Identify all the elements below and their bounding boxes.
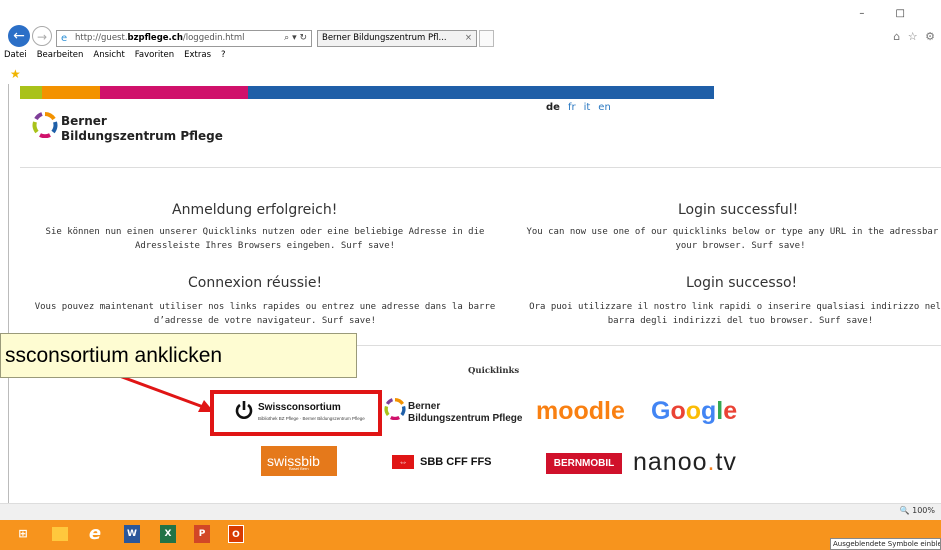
language-switcher: de fr it en (546, 102, 619, 113)
heading-fr: Connexion réussie! (188, 275, 323, 291)
menu-item-favorites[interactable]: Favoriten (135, 50, 174, 60)
quicklink-moodle[interactable]: moodle (536, 397, 625, 426)
address-bar[interactable]: e http://guest.bzpflege.ch/loggedin.html … (56, 30, 312, 47)
powerpoint-icon[interactable]: P (194, 525, 210, 543)
ie-page-icon: e (61, 33, 68, 44)
sbb-logo-icon: ⇔ (392, 455, 414, 469)
google-letter: o (685, 397, 702, 425)
heading-de: Anmeldung erfolgreich! (172, 202, 338, 218)
menu-item-file[interactable]: Datei (4, 50, 27, 60)
nanoo-tv: tv (715, 448, 737, 476)
quicklink-bernmobil[interactable]: BERNMOBIL (546, 453, 622, 474)
browser-tab[interactable]: Berner Bildungszentrum Pfl... × (317, 30, 477, 47)
color-bar-segment (20, 86, 42, 99)
office-icon[interactable]: O (228, 525, 244, 543)
back-button[interactable]: ← (8, 25, 30, 47)
heading-it: Login successo! (686, 275, 798, 291)
taskbar (0, 520, 941, 550)
tab-title: Berner Bildungszentrum Pfl... (322, 33, 447, 43)
quicklink-google[interactable]: Google (651, 397, 737, 426)
color-bar-segment (42, 86, 100, 99)
lang-de[interactable]: de (546, 102, 560, 113)
address-controls[interactable]: ⌕ ▾ ↻ (284, 31, 307, 46)
color-bar-segment (248, 86, 714, 99)
zoom-level[interactable]: 🔍 100% (900, 506, 935, 515)
callout-annotation: ssconsortium anklicken (0, 333, 357, 378)
bzp-logo-icon (32, 112, 58, 138)
status-bar (0, 503, 941, 521)
google-letter: e (723, 397, 738, 425)
internet-explorer-icon[interactable]: e (86, 525, 104, 543)
excel-icon[interactable]: X (160, 525, 176, 543)
bzp-line2: Bildungszentrum Pflege (408, 413, 523, 424)
new-tab-button[interactable] (479, 30, 494, 47)
menu-item-help[interactable]: ? (221, 50, 226, 60)
quicklinks-label: Quicklinks (468, 366, 520, 376)
swissbib-subtitle: Basel Bern (289, 466, 309, 471)
address-domain: bzpflege.ch (127, 33, 183, 43)
sbb-name: SBB CFF FFS (420, 456, 492, 468)
bzp-logo-icon (384, 398, 406, 420)
quicklink-nanoo[interactable]: nanoo.tv (633, 448, 737, 477)
logo-line2: Bildungszentrum Pflege (61, 129, 223, 143)
text-it: Ora puoi utilizzare il nostro link rapid… (529, 302, 941, 326)
lang-en[interactable]: en (598, 102, 611, 113)
logo-line1: Berner (61, 114, 107, 128)
menu-item-view[interactable]: Ansicht (93, 50, 124, 60)
windows-start-icon[interactable]: ⊞ (14, 525, 32, 543)
address-prefix: http://guest. (75, 33, 128, 43)
forward-button[interactable]: → (32, 26, 52, 46)
google-letter: G (651, 397, 671, 425)
tab-close-icon[interactable]: × (465, 31, 472, 46)
menu-item-edit[interactable]: Bearbeiten (37, 50, 84, 60)
menu-bar: Datei Bearbeiten Ansicht Favoriten Extras? (0, 50, 941, 64)
divider (20, 167, 941, 168)
google-letter: o (670, 397, 686, 425)
nanoo-text: nanoo (633, 448, 708, 476)
toolbar-icons[interactable]: ⌂ ☆ ⚙ (893, 30, 937, 43)
heading-en: Login successful! (678, 202, 799, 218)
address-path: /loggedin.html (182, 33, 245, 43)
file-explorer-icon[interactable] (52, 527, 68, 541)
favorites-star-icon[interactable]: ★ (10, 67, 21, 81)
zoom-value: 100% (912, 506, 935, 515)
lang-fr[interactable]: fr (568, 102, 576, 113)
google-letter: g (701, 397, 717, 425)
quicklink-swissbib[interactable]: swissbib Basel Bern (261, 446, 337, 476)
word-icon[interactable]: W (124, 525, 140, 543)
text-fr: Vous pouvez maintenant utiliser nos link… (34, 302, 496, 326)
menu-item-tools[interactable]: Extras (184, 50, 211, 60)
highlight-box (210, 390, 382, 436)
text-de: Sie können nun einen unserer Quicklinks … (45, 227, 485, 251)
lang-it[interactable]: it (584, 102, 591, 113)
bzp-line1: Berner (408, 401, 441, 412)
color-bar-segment (100, 86, 248, 99)
text-en: You can now use one of our quicklinks be… (526, 227, 941, 251)
window-controls[interactable]: – □ (859, 8, 919, 19)
taskbar-tooltip: Ausgeblendete Symbole einblenden (830, 538, 941, 550)
